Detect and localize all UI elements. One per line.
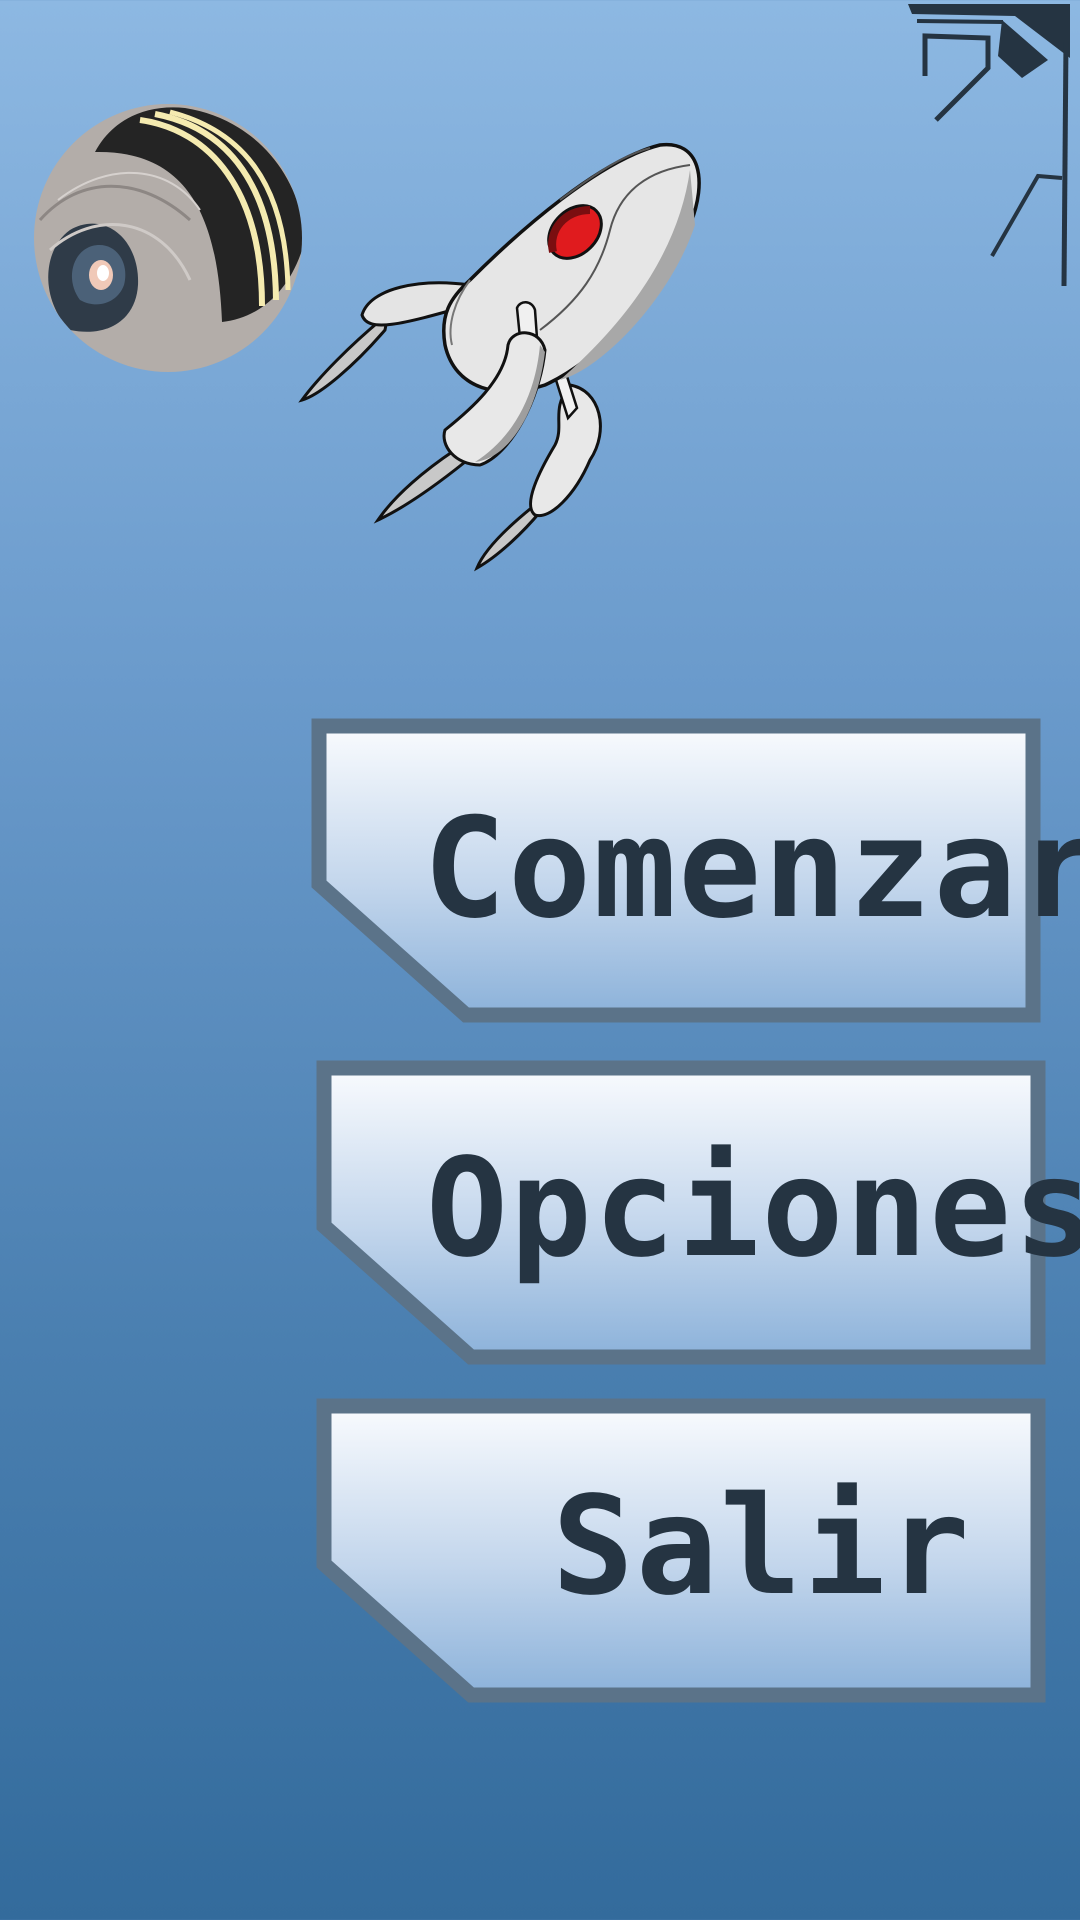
exit-button-label: Salir (552, 1468, 972, 1626)
start-button[interactable]: Comenzar (311, 718, 1080, 1024)
options-button-label: Opciones (426, 1130, 1080, 1288)
exit-button[interactable]: Salir (316, 1398, 1046, 1704)
options-button[interactable]: Opciones (316, 1060, 1080, 1366)
start-button-label: Comenzar (423, 787, 1080, 949)
